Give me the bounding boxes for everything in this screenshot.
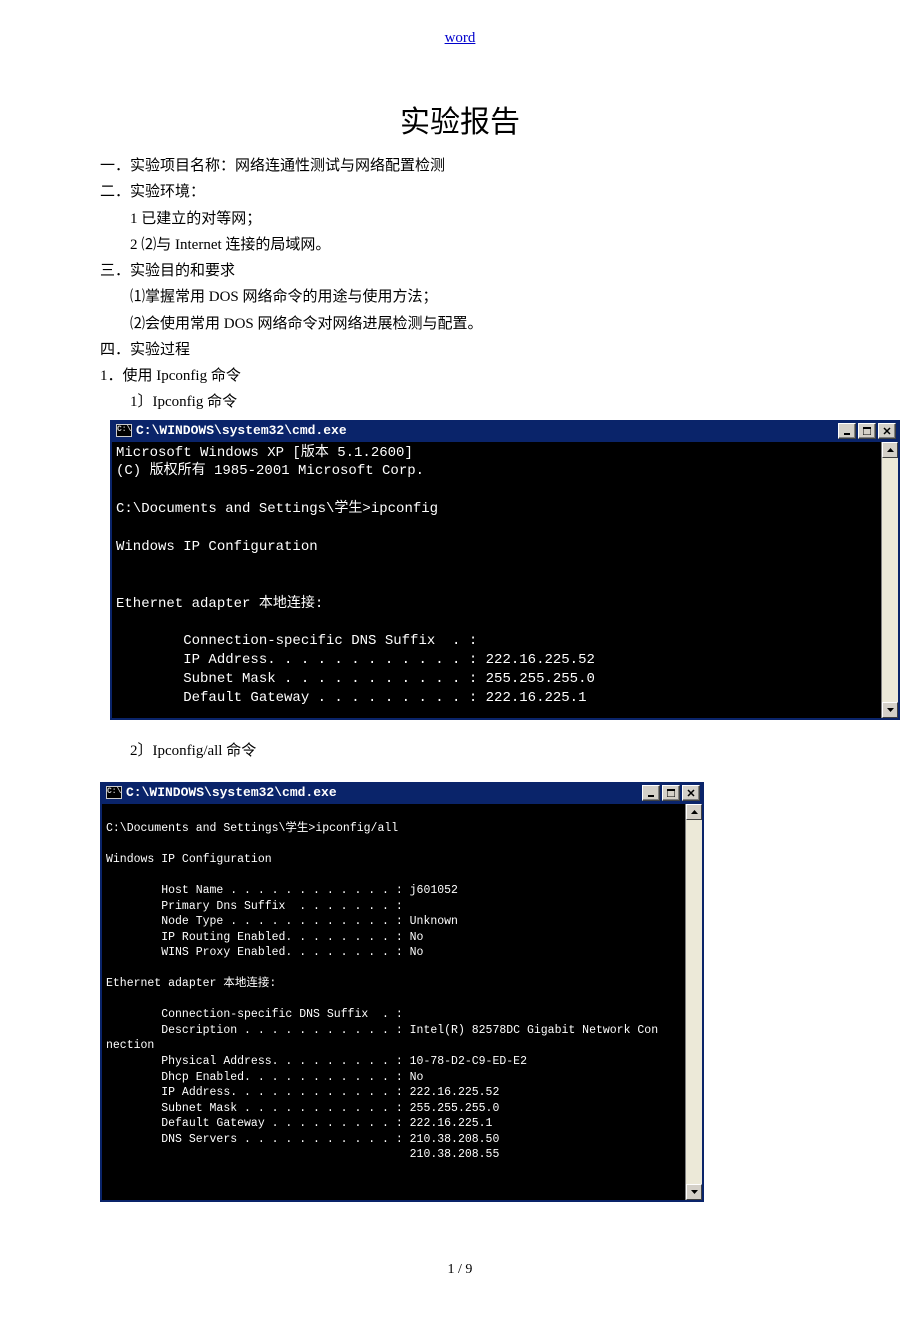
maximize-button[interactable] <box>858 423 876 439</box>
scroll-down-button[interactable] <box>686 1184 702 1200</box>
minimize-icon <box>843 427 851 435</box>
minimize-button[interactable] <box>838 423 856 439</box>
scrollbar[interactable] <box>685 804 702 1200</box>
section-3: 三．实验目的和要求 <box>100 258 820 284</box>
section-4-1: 1．使用 Ipconfig 命令 <box>100 363 820 389</box>
scrollbar[interactable] <box>881 442 898 718</box>
close-icon <box>883 427 891 435</box>
maximize-button[interactable] <box>662 785 680 801</box>
close-button[interactable] <box>878 423 896 439</box>
page-number: 1 / 9 <box>100 1262 820 1278</box>
section-4-1-1: 1〕Ipconfig 命令 <box>100 389 820 415</box>
minimize-icon <box>647 789 655 797</box>
maximize-icon <box>863 427 871 435</box>
maximize-icon <box>667 789 675 797</box>
scroll-down-button[interactable] <box>882 702 898 718</box>
window-title: C:\WINDOWS\system32\cmd.exe <box>136 423 347 438</box>
cmd-icon: C:\ <box>106 786 122 799</box>
cmd-output: Microsoft Windows XP [版本 5.1.2600] (C) 版… <box>112 442 881 718</box>
section-1: 一．实验项目名称：网络连通性测试与网络配置检测 <box>100 153 820 179</box>
cmd-window-2: C:\ C:\WINDOWS\system32\cmd.exe C:\Docum… <box>100 782 704 1202</box>
close-button[interactable] <box>682 785 700 801</box>
cmd-window-1: C:\ C:\WINDOWS\system32\cmd.exe Microsof… <box>110 420 900 720</box>
chevron-down-icon <box>691 1190 698 1194</box>
chevron-up-icon <box>691 810 698 814</box>
minimize-button[interactable] <box>642 785 660 801</box>
section-2-1: 1 已建立的对等网； <box>100 206 820 232</box>
cmd-icon: C:\ <box>116 424 132 437</box>
close-icon <box>687 789 695 797</box>
section-4-1-2: 2〕Ipconfig/all 命令 <box>100 738 820 764</box>
titlebar[interactable]: C:\ C:\WINDOWS\system32\cmd.exe <box>112 420 898 442</box>
scroll-up-button[interactable] <box>686 804 702 820</box>
section-2-2: 2 ⑵与 Internet 连接的局域网。 <box>100 232 820 258</box>
section-2: 二．实验环境： <box>100 179 820 205</box>
window-title: C:\WINDOWS\system32\cmd.exe <box>126 785 337 800</box>
chevron-up-icon <box>887 448 894 452</box>
header-link[interactable]: word <box>100 30 820 47</box>
section-4: 四．实验过程 <box>100 337 820 363</box>
scroll-up-button[interactable] <box>882 442 898 458</box>
cmd-output: C:\Documents and Settings\学生>ipconfig/al… <box>102 804 685 1200</box>
titlebar[interactable]: C:\ C:\WINDOWS\system32\cmd.exe <box>102 782 702 804</box>
section-3-2: ⑵会使用常用 DOS 网络命令对网络进展检测与配置。 <box>100 311 820 337</box>
chevron-down-icon <box>887 708 894 712</box>
section-3-1: ⑴掌握常用 DOS 网络命令的用途与使用方法； <box>100 284 820 310</box>
page-title: 实验报告 <box>100 97 820 141</box>
